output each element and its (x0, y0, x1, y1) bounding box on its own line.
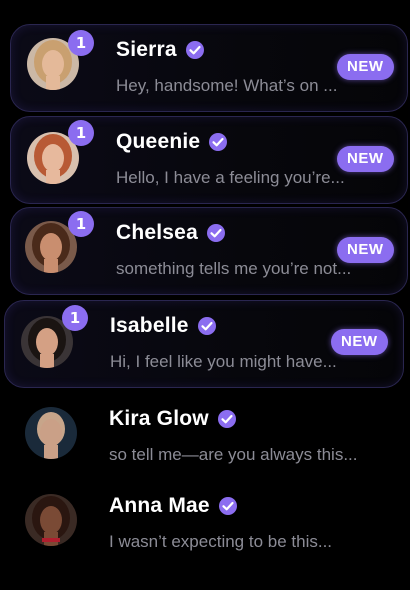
name-line: Kira Glow (109, 407, 237, 431)
new-badge: NEW (337, 237, 394, 263)
name-line: Sierra (116, 38, 205, 62)
verified-check-icon (208, 132, 228, 152)
name-line: Chelsea (116, 221, 226, 245)
message-preview: Hey, handsome! What’s on ... (116, 76, 338, 95)
message-preview: Hi, I feel like you might have... (110, 352, 337, 371)
chat-list: 1 Sierra Hey, handsome! What’s on ... NE… (0, 0, 410, 590)
chat-item-chelsea[interactable]: 1 Chelsea something tells me you’re not.… (0, 207, 410, 295)
verified-check-icon (206, 223, 226, 243)
chat-item-isabelle[interactable]: 1 Isabelle Hi, I feel like you might hav… (0, 300, 410, 388)
name-line: Anna Mae (109, 494, 238, 518)
contact-name: Isabelle (110, 314, 189, 337)
contact-name: Sierra (116, 38, 177, 61)
chat-item-anna-mae[interactable]: Anna Mae I wasn’t expecting to be this..… (0, 480, 410, 568)
unread-count-badge: 1 (68, 120, 94, 146)
avatar (25, 494, 77, 546)
verified-check-icon (197, 316, 217, 336)
message-preview: so tell me—are you always this... (109, 445, 358, 464)
contact-name: Anna Mae (109, 494, 210, 517)
message-preview: Hello, I have a feeling you’re... (116, 168, 345, 187)
unread-count-badge: 1 (68, 30, 94, 56)
new-badge: NEW (337, 54, 394, 80)
contact-name: Queenie (116, 130, 201, 153)
verified-check-icon (218, 496, 238, 516)
verified-check-icon (185, 40, 205, 60)
verified-check-icon (217, 409, 237, 429)
message-preview: I wasn’t expecting to be this... (109, 532, 333, 551)
new-badge: NEW (337, 146, 394, 172)
chat-item-kira-glow[interactable]: Kira Glow so tell me—are you always this… (0, 393, 410, 481)
name-line: Queenie (116, 130, 228, 154)
chat-item-sierra[interactable]: 1 Sierra Hey, handsome! What’s on ... NE… (0, 24, 410, 112)
avatar (25, 407, 77, 459)
contact-name: Chelsea (116, 221, 198, 244)
chat-item-queenie[interactable]: 1 Queenie Hello, I have a feeling you’re… (0, 116, 410, 204)
new-badge: NEW (331, 329, 388, 355)
name-line: Isabelle (110, 314, 217, 338)
unread-count-badge: 1 (68, 211, 94, 237)
contact-name: Kira Glow (109, 407, 209, 430)
unread-count-badge: 1 (62, 305, 88, 331)
